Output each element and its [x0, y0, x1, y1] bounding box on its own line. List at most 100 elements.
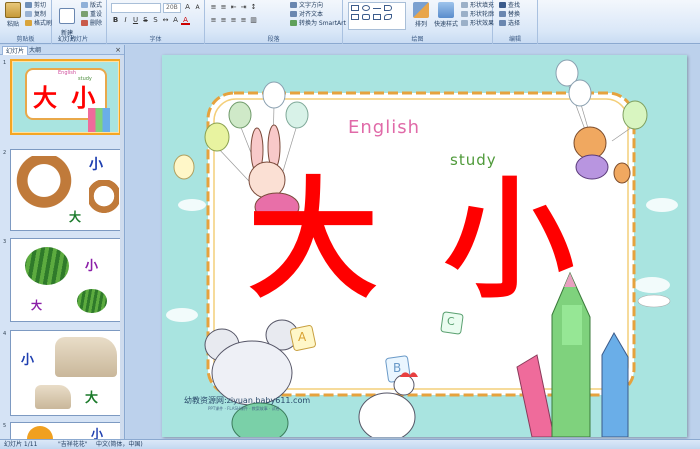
- small-car-icon: [35, 385, 71, 409]
- columns-icon[interactable]: ▥: [249, 16, 258, 25]
- select-button[interactable]: 选择: [499, 20, 520, 28]
- panel-tabs: 幻灯片 大纲 ×: [0, 45, 124, 55]
- thumbnail-word-big: 大: [69, 210, 82, 224]
- find-button[interactable]: 查找: [499, 2, 520, 10]
- triangle-shape-icon[interactable]: [351, 14, 359, 20]
- drawing-group-label: 绘图: [411, 36, 424, 43]
- slide-count: 幻灯片 1/11: [4, 441, 38, 448]
- align-center-icon[interactable]: ≡: [219, 16, 228, 25]
- line-shape-icon[interactable]: [373, 8, 381, 9]
- orange-icon: [27, 426, 53, 439]
- shape-gallery[interactable]: [348, 2, 406, 30]
- grow-font-icon[interactable]: A: [183, 3, 192, 12]
- reset-icon: [81, 11, 88, 17]
- numbering-icon[interactable]: ≡: [219, 3, 228, 12]
- small-dog-icon: [89, 180, 119, 226]
- title-big[interactable]: 大: [248, 165, 378, 315]
- cut-button[interactable]: 剪切: [25, 2, 46, 10]
- big-dog-icon: [15, 156, 73, 226]
- binoculars-icon: [499, 2, 506, 8]
- format-painter-button[interactable]: 格式刷: [25, 20, 52, 28]
- arrow-shape-icon[interactable]: [384, 5, 392, 11]
- slide-canvas[interactable]: English study 大 小 A B C 幼教资源网:ziyuan.bab…: [162, 55, 687, 437]
- shape-effects-button[interactable]: 形状效果: [461, 20, 494, 28]
- smartart-button[interactable]: 转换为 SmartArt: [290, 20, 346, 28]
- font-color-icon[interactable]: A: [181, 16, 190, 25]
- delete-slide-button[interactable]: 删除: [81, 20, 102, 28]
- clipboard-group-label: 剪贴板: [16, 36, 35, 43]
- thumbnail-study: study: [78, 76, 92, 82]
- font-name-box[interactable]: [111, 3, 161, 13]
- italic-icon[interactable]: I: [121, 16, 130, 25]
- text-direction-icon: [290, 2, 297, 8]
- layout-button[interactable]: 版式: [81, 2, 102, 10]
- copy-button[interactable]: 复制: [25, 11, 46, 19]
- text-direction-button[interactable]: 文字方向: [290, 2, 323, 10]
- tab-outline[interactable]: 大纲: [26, 46, 44, 55]
- layout-icon: [81, 2, 88, 8]
- strikethrough-icon[interactable]: S: [141, 16, 150, 25]
- paste-button[interactable]: 粘贴: [2, 2, 24, 32]
- tab-slides[interactable]: 幻灯片: [2, 46, 29, 55]
- shape-outline-button[interactable]: 形状轮廓: [461, 11, 494, 19]
- language-indicator[interactable]: 中文(简体，中国): [96, 440, 143, 449]
- line-spacing-icon[interactable]: ↕: [249, 3, 258, 12]
- thumbnail-frame[interactable]: 小 大: [10, 330, 121, 416]
- thumbnail-frame[interactable]: 小 大: [10, 238, 121, 322]
- bullets-icon[interactable]: ≡: [209, 3, 218, 12]
- thumbnail-number: 3: [3, 239, 7, 245]
- thumbnail-word-small: 小: [85, 259, 99, 274]
- rectangle-shape-icon[interactable]: [351, 5, 359, 11]
- editing-group: 查找 替换 选择 编辑: [493, 0, 538, 44]
- thumbnail-pencils-icon: [88, 108, 110, 132]
- align-left-icon[interactable]: ≡: [209, 16, 218, 25]
- panel-scrollbar[interactable]: [120, 55, 124, 439]
- decrease-indent-icon[interactable]: ⇤: [229, 3, 238, 12]
- quick-styles-button[interactable]: 快速样式: [432, 2, 460, 32]
- thumbnail-frame[interactable]: 大 小 English study: [10, 59, 121, 135]
- spacing-icon[interactable]: ↔: [161, 16, 170, 25]
- shrink-font-icon[interactable]: A: [193, 3, 202, 12]
- replace-icon: [499, 11, 506, 17]
- watermark-text: 幼教资源网:ziyuan.baby611.com: [184, 396, 311, 405]
- bold-icon[interactable]: B: [111, 16, 120, 25]
- callout-shape-icon[interactable]: [373, 14, 381, 20]
- shape-fill-button[interactable]: 形状填充: [461, 2, 494, 10]
- align-text-icon: [290, 11, 297, 17]
- thumbnail-frame[interactable]: 小: [10, 422, 121, 439]
- thumbnail-word-big: 大: [31, 299, 42, 312]
- justify-icon[interactable]: ≡: [239, 16, 248, 25]
- align-text-button[interactable]: 对齐文本: [290, 11, 323, 19]
- thumbnail-slide-1[interactable]: 1 大 小 English study: [0, 59, 124, 137]
- replace-button[interactable]: 替换: [499, 11, 520, 19]
- close-icon[interactable]: ×: [115, 46, 121, 54]
- thumbnail-slide-5[interactable]: 5 小: [0, 422, 124, 439]
- font-size-box[interactable]: 20B: [163, 3, 181, 13]
- thumbnail-slide-2[interactable]: 2 小 大: [0, 149, 124, 231]
- underline-icon[interactable]: U: [131, 16, 140, 25]
- shadow-icon[interactable]: S: [151, 16, 160, 25]
- thumbnail-number: 2: [3, 150, 7, 156]
- case-icon[interactable]: A: [171, 16, 180, 25]
- align-right-icon[interactable]: ≡: [229, 16, 238, 25]
- oval-shape-icon[interactable]: [362, 5, 370, 11]
- star-shape-icon[interactable]: [362, 14, 370, 20]
- title-small[interactable]: 小: [444, 165, 574, 315]
- big-watermelon-icon: [25, 247, 69, 285]
- arrange-icon: [413, 2, 429, 18]
- new-slide-button[interactable]: 新建 幻灯片: [55, 2, 79, 43]
- curve-shape-icon[interactable]: [384, 14, 392, 20]
- arrange-button[interactable]: 排列: [410, 2, 432, 32]
- thumbnail-slide-4[interactable]: 4 小 大: [0, 330, 124, 416]
- thumbnail-word-small: 小: [91, 427, 104, 439]
- english-text[interactable]: English: [348, 117, 420, 138]
- thumbnail-slide-3[interactable]: 3 小 大: [0, 238, 124, 322]
- slides-panel: 幻灯片 大纲 × 1 大 小 English study 2 小 大 3 小 大…: [0, 45, 125, 439]
- slide-editor: English study 大 小 A B C 幼教资源网:ziyuan.bab…: [126, 45, 700, 439]
- status-bar: 幻灯片 1/11 "吉祥花花" 中文(简体，中国): [0, 439, 700, 449]
- increase-indent-icon[interactable]: ⇥: [239, 3, 248, 12]
- thumbnail-number: 5: [3, 423, 7, 429]
- select-arrow-icon: [499, 20, 506, 26]
- reset-button[interactable]: 重设: [81, 11, 102, 19]
- thumbnail-frame[interactable]: 小 大: [10, 149, 121, 231]
